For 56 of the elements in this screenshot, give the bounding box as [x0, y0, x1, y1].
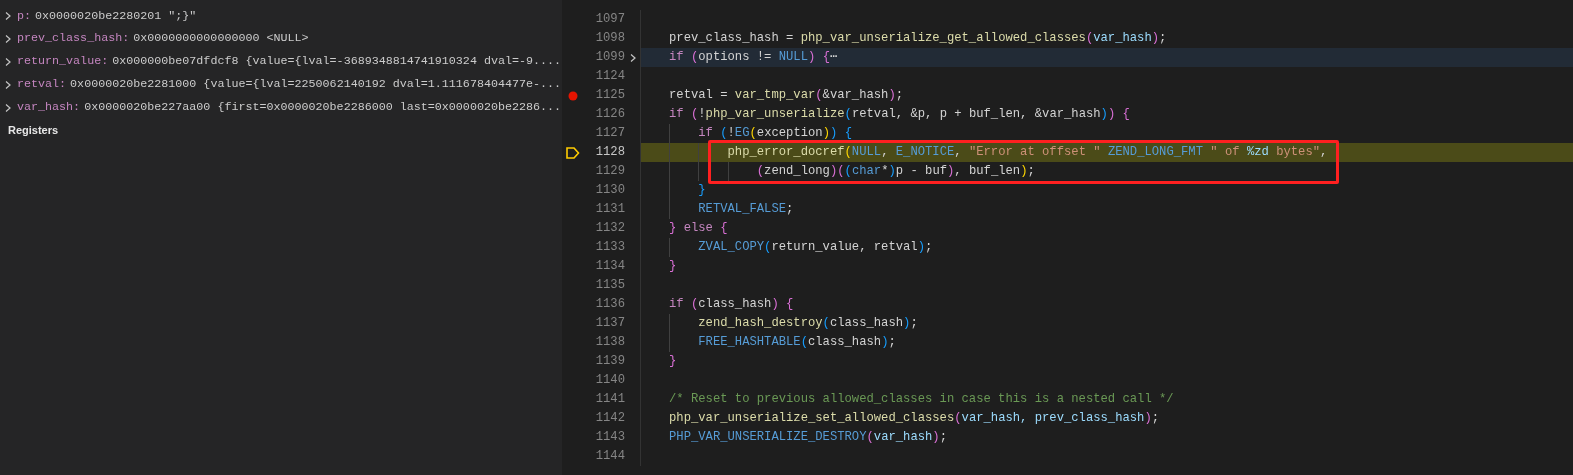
- line-number: 1130: [594, 182, 625, 200]
- variable-name: var_hash:: [17, 98, 81, 116]
- line-number: 1137: [594, 315, 625, 333]
- expand-chevron-icon[interactable]: [3, 57, 13, 67]
- line-number: 1143: [594, 429, 625, 447]
- line-number: 1124: [594, 68, 625, 86]
- expand-chevron-icon[interactable]: [3, 34, 13, 45]
- line-number: 1132: [594, 220, 625, 238]
- code-line: RETVAL_FALSE;: [640, 200, 1573, 219]
- variable-name: retval:: [17, 76, 67, 93]
- code-line: FREE_HASHTABLE(class_hash);: [640, 333, 1573, 352]
- code-line: retval = var_tmp_var(&var_hash);: [640, 86, 1573, 105]
- line-number: 1131: [594, 201, 625, 219]
- line-number: 1128: [594, 144, 625, 162]
- variable-value: 0x000000be07dfdcf8 {value={lval=-3689348814741910324 dval=-9....: [112, 53, 562, 71]
- line-number: 1099: [594, 49, 625, 67]
- line-number: 1097: [594, 11, 625, 29]
- variable-name: p:: [17, 7, 32, 25]
- breakpoint-icon[interactable]: [568, 90, 578, 101]
- code-line: ZVAL_COPY(return_value, retval);: [640, 238, 1573, 257]
- code-line: zend_hash_destroy(class_hash);: [640, 314, 1573, 333]
- variable-name: prev_class_hash:: [17, 30, 130, 48]
- line-number: 1144: [594, 448, 625, 466]
- code-line: if (class_hash) {: [640, 295, 1573, 314]
- line-number: 1126: [594, 106, 625, 124]
- line-number: 1139: [594, 353, 625, 371]
- line-number: 1133: [594, 239, 625, 257]
- variable-value: 0x0000020be2281000 {value={lval=2250062140192 dval=1.111678404477e-...: [70, 76, 562, 93]
- code-line: (zend_long)((char*)p - buf), buf_len);: [640, 162, 1573, 181]
- line-number: 1140: [594, 372, 625, 390]
- expand-chevron-icon[interactable]: [3, 102, 13, 113]
- line-number: 1138: [594, 334, 625, 352]
- variable-value: 0x0000020be2280201 ";}": [35, 7, 197, 25]
- code-line: }: [640, 352, 1573, 371]
- expand-chevron-icon[interactable]: [3, 11, 13, 22]
- code-line: }: [640, 257, 1573, 276]
- line-number: 1127: [594, 125, 625, 143]
- code-line: }: [640, 181, 1573, 200]
- code-line: } else {: [640, 219, 1573, 238]
- line-number: 1136: [594, 296, 625, 314]
- line-number: 1135: [594, 277, 625, 295]
- line-number: 1129: [594, 163, 625, 181]
- line-number: 1134: [594, 258, 625, 276]
- line-number: 1142: [594, 410, 625, 428]
- code-line: php_var_unserialize_set_allowed_classes(var_hash, prev_class_hash);: [640, 409, 1573, 428]
- code-line: /* Reset to previous allowed_classes in case this is a nested call */: [640, 390, 1573, 409]
- variable-name: return_value:: [17, 53, 109, 71]
- code-line: PHP_VAR_UNSERIALIZE_DESTROY(var_hash);: [640, 428, 1573, 447]
- line-number: 1125: [594, 87, 625, 105]
- variable-value: 0x0000000000000000 <NULL>: [133, 30, 309, 48]
- expand-chevron-icon[interactable]: [3, 79, 13, 90]
- variable-value: 0x0000020be227aa00 {first=0x0000020be2286000 last=0x0000020be2286...: [84, 98, 562, 116]
- line-number: 1141: [594, 391, 625, 409]
- code-line: if (!php_var_unserialize(retval, &p, p + buf_len, &var_hash)) {: [640, 105, 1573, 124]
- line-number: 1098: [594, 30, 625, 48]
- section-header[interactable]: Registers: [8, 121, 59, 139]
